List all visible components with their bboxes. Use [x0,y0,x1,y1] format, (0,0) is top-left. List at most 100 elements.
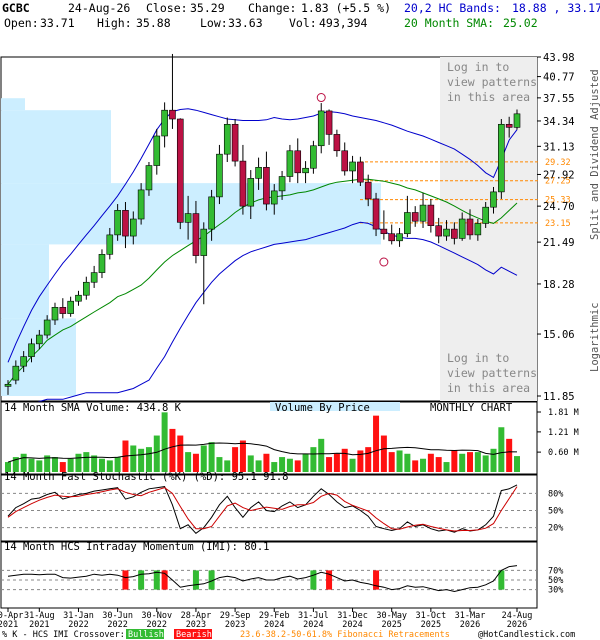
candle-body [28,343,35,357]
volume-bar [153,435,160,472]
candle-body [435,225,442,237]
volume-tick-label: 0.60 M [548,448,579,458]
fib-level-label: 23.15 [545,219,571,229]
vbp-bar [1,98,25,111]
open-value: 33.71 [40,16,75,30]
candle-body [357,161,364,183]
candle-body [216,153,223,198]
date-tick-year: 2023 [225,620,245,630]
candle-body [482,206,489,224]
candle-body [263,167,270,205]
low-label: Low: [200,16,228,30]
date-tick-year: 2021 [0,620,18,630]
date-tick-year: 2024 [303,620,323,630]
vbp-bar [1,110,111,184]
volume-bar [28,458,35,472]
volume-bar [514,456,520,472]
candle-body [231,123,239,162]
candle-body [474,223,482,236]
volume-bar [177,435,184,472]
volume-bar [474,452,481,472]
volume-bar [333,453,340,472]
candle-body [114,210,121,236]
candle-body [98,254,106,273]
header-date: 24-Aug-26 [68,1,130,15]
candle-body [36,334,43,345]
bands-label: 20,2 HC Bands: [404,1,501,15]
candle-body [341,150,349,172]
date-tick-year: 2024 [342,620,362,630]
volume-tick-label: 1.21 M [548,428,579,438]
candle-body [43,319,51,336]
crossover-bar [153,570,160,590]
sma-label: 20 Month SMA: [404,16,494,30]
login-top-line-3[interactable]: in this area [447,90,530,104]
copyright-text: @HotCandlestick.com [478,630,575,640]
date-tick-year: 2024 [264,620,284,630]
volume-bar [451,450,458,472]
login-bottom-line-2[interactable]: view patterns [447,366,537,380]
volume-bar [208,442,215,472]
candle-body [176,118,184,223]
close-value: 35.29 [190,1,225,15]
date-tick-year: 2026 [460,620,480,630]
candle-body [302,167,309,174]
sma-value: 25.02 [503,16,538,30]
login-bottom-line-1[interactable]: Log in to [447,351,509,365]
high-label: High: [97,16,132,30]
volume-bar [341,448,348,472]
fibonacci-legend: 23.6-38.2-50-61.8% Fibonacci Retracement… [240,630,450,640]
price-panel: 29.3227.2525.3323.15 Log in to view patt… [0,52,575,412]
date-tick-year: 2025 [381,620,401,630]
volume-bar [302,453,309,472]
login-top-line-2[interactable]: view patterns [447,75,537,89]
volume-bar [130,445,137,472]
crossover-bar [138,570,145,590]
candle-body [137,189,145,220]
volume-bar [490,448,497,472]
volume-bar [114,457,121,472]
volume-bar [185,452,192,472]
candle-body [247,178,255,207]
volume-by-price-label: Volume By Price [275,402,370,414]
volume-bar [145,447,152,472]
candle-body [255,167,262,179]
crossover-bar [373,570,380,590]
candle-body [59,307,67,314]
volume-bar [412,460,419,472]
volume-bar [482,455,489,472]
price-tick-label: 15.06 [543,329,575,341]
volume-bar [67,458,74,472]
chart-type-label: MONTHLY CHART [430,402,513,414]
vol-value: 493,394 [319,16,368,30]
stochastic-panel: 14 Month Fast Stochastic (%K) (%D): 95.1… [0,471,563,542]
bearish-label: Bearish [176,630,212,640]
candle-body [411,212,419,222]
open-label: Open: [4,16,39,30]
date-axis: 30-Apr202131-Aug202131-Jan202230-Jun2022… [0,608,532,630]
candle-body [12,365,20,381]
volume-bar [192,453,199,472]
logarithmic-label: Logarithmic [589,302,600,372]
bullish-label: Bullish [128,630,164,640]
candle-body [294,150,302,174]
volume-bar [498,427,505,472]
volume-bar [310,447,317,472]
candle-body [51,307,59,321]
candle-body [200,228,208,256]
login-bottom-line-3[interactable]: in this area [447,381,530,395]
candle-body [325,110,333,135]
login-top-line-1[interactable]: Log in to [447,60,509,74]
imi-tick-label: 70% [548,566,563,576]
change-label: Change: [248,1,296,15]
price-tick-label: 34.34 [543,116,575,128]
volume-bar [51,457,58,472]
volume-bar [98,458,105,472]
split-adjusted-label: Split and Dividend Adjusted [589,69,600,240]
imi-axis: 70%50%30% [548,566,563,595]
candle-body [83,281,90,296]
candle-body [349,161,356,172]
stochastic-tick-label: 50% [548,507,563,517]
candle-body [192,213,200,256]
low-value: 33.63 [228,16,263,30]
